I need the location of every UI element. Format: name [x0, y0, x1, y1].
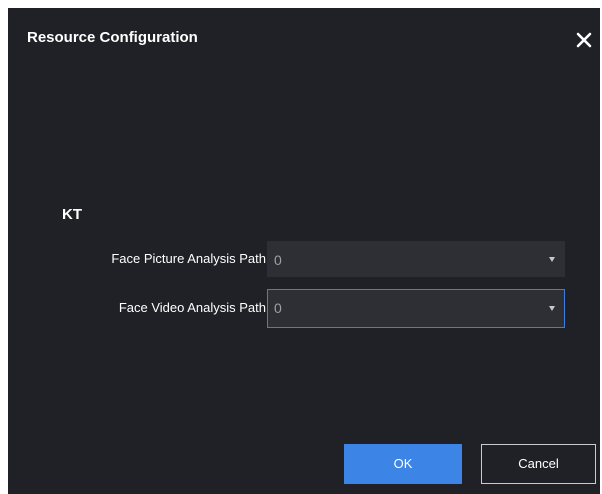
ok-button[interactable]: OK: [344, 444, 462, 484]
cancel-button[interactable]: Cancel: [481, 444, 596, 484]
close-icon: [576, 32, 592, 48]
face-video-analysis-path-select[interactable]: 0: [267, 289, 565, 328]
face-picture-analysis-path-label: Face Picture Analysis Path: [111, 251, 266, 266]
section-title: KT: [62, 206, 82, 223]
select-value: 0: [274, 300, 282, 316]
face-video-analysis-path-label: Face Video Analysis Path: [118, 300, 266, 315]
caret-down-icon: [549, 257, 555, 262]
select-value: 0: [274, 252, 282, 268]
caret-down-icon: [549, 306, 555, 311]
dialog-title: Resource Configuration: [27, 29, 198, 46]
resource-configuration-dialog: Resource Configuration KT Face Picture A…: [8, 8, 600, 494]
close-button[interactable]: [572, 28, 596, 52]
face-picture-analysis-path-row: Face Picture Analysis Path 0: [8, 241, 600, 277]
face-video-analysis-path-row: Face Video Analysis Path 0: [8, 289, 600, 328]
face-picture-analysis-path-select[interactable]: 0: [267, 241, 565, 277]
